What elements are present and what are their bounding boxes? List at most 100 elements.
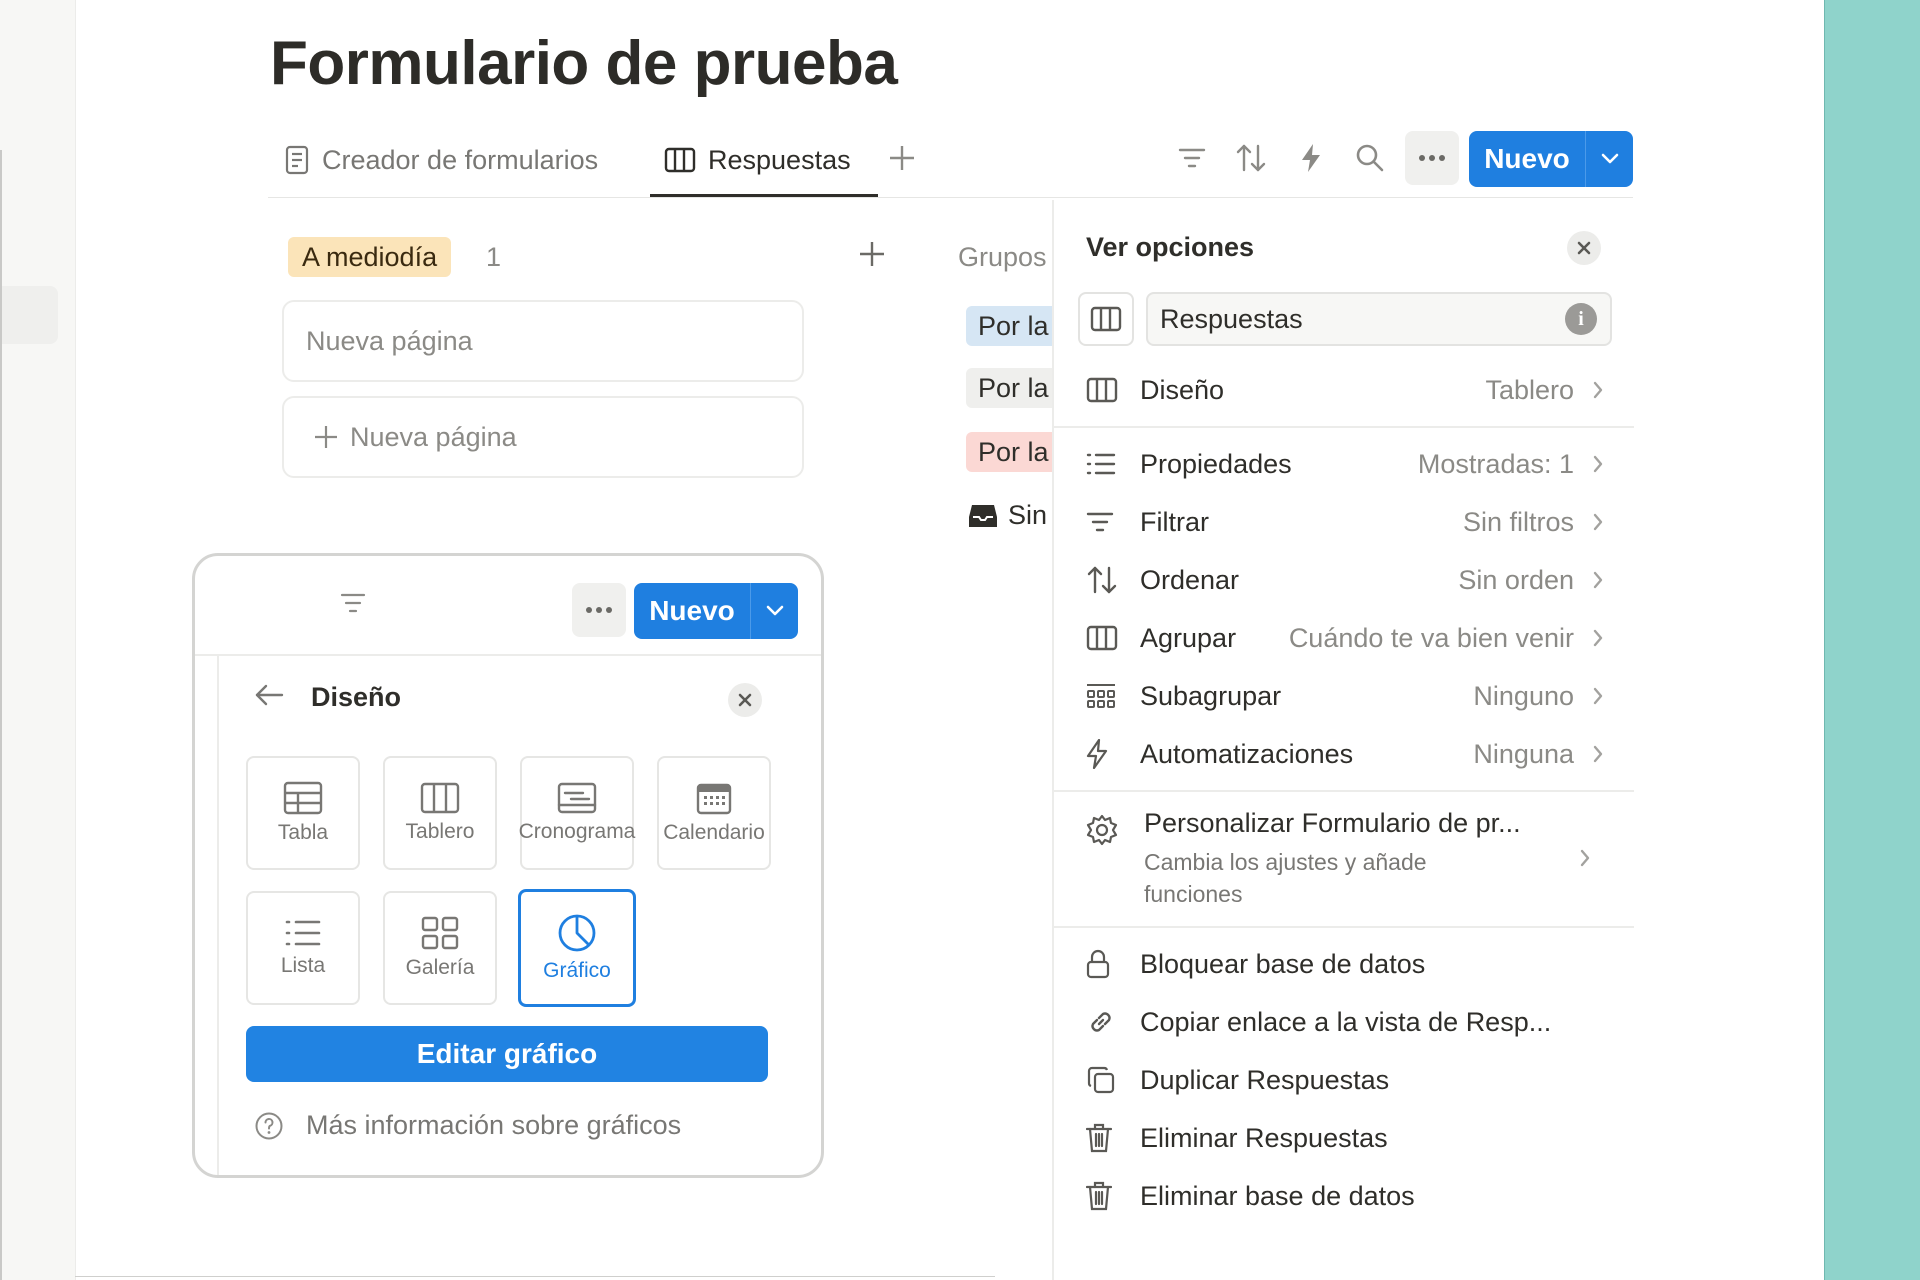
- layout-title: Diseño: [311, 682, 402, 712]
- new-button[interactable]: Nuevo: [1469, 131, 1633, 187]
- trash-icon: [1078, 1123, 1140, 1153]
- action-eliminar-respuestas[interactable]: Eliminar Respuestas: [1078, 1110, 1608, 1166]
- hidden-groups-label: Grupos: [958, 242, 1047, 272]
- document-icon: [284, 145, 310, 175]
- new-button[interactable]: Nuevo: [634, 583, 798, 639]
- sidebar-divider: [0, 150, 2, 1280]
- panel-divider: [1052, 926, 1634, 928]
- lightning-icon: [1078, 739, 1140, 769]
- add-view-button[interactable]: [888, 144, 916, 172]
- customize-title: Personalizar Formulario de pr...: [1144, 808, 1521, 838]
- chevron-right-icon: [1588, 687, 1608, 705]
- add-card-button[interactable]: [858, 240, 886, 268]
- group-tag[interactable]: A mediodía: [288, 237, 452, 277]
- filter-icon[interactable]: [340, 592, 366, 614]
- timeline-icon: [557, 782, 597, 814]
- learn-more-link[interactable]: Más información sobre gráficos: [254, 1110, 681, 1141]
- layout-option-tabla[interactable]: Tabla: [246, 756, 360, 870]
- list-icon: [1078, 452, 1140, 476]
- sort-button[interactable]: [1229, 136, 1273, 180]
- search-button[interactable]: [1348, 136, 1392, 180]
- duplicate-icon: [1078, 1065, 1140, 1095]
- panel-divider: [1052, 426, 1634, 428]
- lock-icon: [1078, 949, 1140, 979]
- option-ordenar[interactable]: Ordenar Sin orden: [1078, 552, 1608, 608]
- action-bloquear[interactable]: Bloquear base de datos: [1078, 936, 1608, 992]
- chevron-right-icon: [1588, 571, 1608, 589]
- chevron-right-icon: [1588, 455, 1608, 473]
- layout-option-lista[interactable]: Lista: [246, 891, 360, 1005]
- desktop-background: [1824, 0, 1920, 1280]
- new-page-button[interactable]: Nueva página: [282, 396, 804, 478]
- new-button-label: Nuevo: [649, 595, 735, 626]
- option-filtrar[interactable]: Filtrar Sin filtros: [1078, 494, 1608, 550]
- info-icon[interactable]: i: [1565, 303, 1597, 335]
- more-options-button[interactable]: [572, 583, 626, 637]
- group-item[interactable]: Por la: [966, 306, 1052, 346]
- automation-button[interactable]: [1289, 136, 1333, 180]
- tab-label: Respuestas: [708, 144, 851, 175]
- board-icon: [664, 147, 696, 173]
- callout-side-divider: [217, 656, 219, 1175]
- action-copiar-enlace[interactable]: Copiar enlace a la vista de Resp...: [1078, 994, 1608, 1050]
- group-item[interactable]: Por la: [966, 368, 1052, 408]
- panel-title: Ver opciones: [1086, 232, 1255, 262]
- chevron-down-icon[interactable]: [1586, 153, 1633, 165]
- option-automatizaciones[interactable]: Automatizaciones Ninguna: [1078, 726, 1608, 782]
- inbox-icon: [968, 503, 998, 529]
- option-diseno[interactable]: Diseño Tablero: [1078, 362, 1608, 418]
- customize-subtitle: Cambia los ajustes y añade funciones: [1144, 849, 1427, 907]
- chevron-right-icon: [1580, 849, 1590, 867]
- gear-icon: [1086, 814, 1118, 846]
- action-eliminar-base[interactable]: Eliminar base de datos: [1078, 1168, 1608, 1224]
- chevron-right-icon: [1588, 629, 1608, 647]
- chart-icon: [557, 913, 597, 953]
- chevron-down-icon[interactable]: [751, 605, 798, 617]
- view-name-input[interactable]: [1146, 292, 1612, 346]
- action-duplicar[interactable]: Duplicar Respuestas: [1078, 1052, 1608, 1108]
- sort-icon: [1078, 565, 1140, 595]
- edit-chart-button[interactable]: Editar gráfico: [246, 1026, 768, 1082]
- layout-option-grafico[interactable]: Gráfico: [518, 889, 636, 1007]
- table-icon: [283, 781, 323, 815]
- view-icon-picker[interactable]: [1078, 292, 1134, 346]
- option-propiedades[interactable]: Propiedades Mostradas: 1: [1078, 436, 1608, 492]
- chevron-right-icon: [1588, 513, 1608, 531]
- more-options-button[interactable]: [1405, 131, 1459, 185]
- group-item[interactable]: Por la: [966, 432, 1052, 472]
- board-icon: [1078, 377, 1140, 403]
- layout-option-cronograma[interactable]: Cronograma: [519, 756, 635, 870]
- close-icon[interactable]: [728, 683, 762, 717]
- filter-button[interactable]: [1170, 136, 1214, 180]
- gallery-icon: [421, 916, 459, 950]
- tab-label: Creador de formularios: [322, 144, 599, 175]
- group-item[interactable]: Sin: [968, 500, 1047, 531]
- plus-icon: [314, 425, 338, 449]
- tabbar-divider: [268, 197, 1633, 198]
- chevron-right-icon: [1588, 381, 1608, 399]
- back-arrow-icon[interactable]: [254, 683, 284, 707]
- calendar-icon: [696, 781, 732, 815]
- tab-creador-de-formularios[interactable]: Creador de formularios: [284, 140, 598, 180]
- option-agrupar[interactable]: Agrupar Cuándo te va bien venir: [1078, 610, 1608, 666]
- layout-option-tablero[interactable]: Tablero: [383, 756, 497, 870]
- chevron-right-icon: [1588, 745, 1608, 763]
- hidden-groups-list: Por la Por la Por la Sin: [940, 300, 1052, 560]
- sidebar-selected-item[interactable]: [0, 286, 58, 344]
- panel-divider: [1052, 790, 1634, 792]
- page-title: Formulario de prueba: [270, 29, 898, 98]
- board-card[interactable]: Nueva página: [282, 300, 804, 382]
- tab-respuestas[interactable]: Respuestas: [664, 140, 851, 180]
- callout-toolbar-divider: [195, 654, 821, 656]
- layout-option-calendario[interactable]: Calendario: [657, 756, 771, 870]
- list-icon: [284, 918, 322, 948]
- layout-option-galeria[interactable]: Galería: [383, 891, 497, 1005]
- group-count: 1: [486, 242, 502, 272]
- subgroup-icon: [1078, 682, 1140, 710]
- window-bottom-edge: [75, 1276, 995, 1277]
- board-icon: [420, 782, 460, 814]
- close-icon[interactable]: [1567, 231, 1601, 265]
- sidebar-edge: [0, 0, 76, 1280]
- card-title: Nueva página: [306, 325, 473, 356]
- option-subagrupar[interactable]: Subagrupar Ninguno: [1078, 668, 1608, 724]
